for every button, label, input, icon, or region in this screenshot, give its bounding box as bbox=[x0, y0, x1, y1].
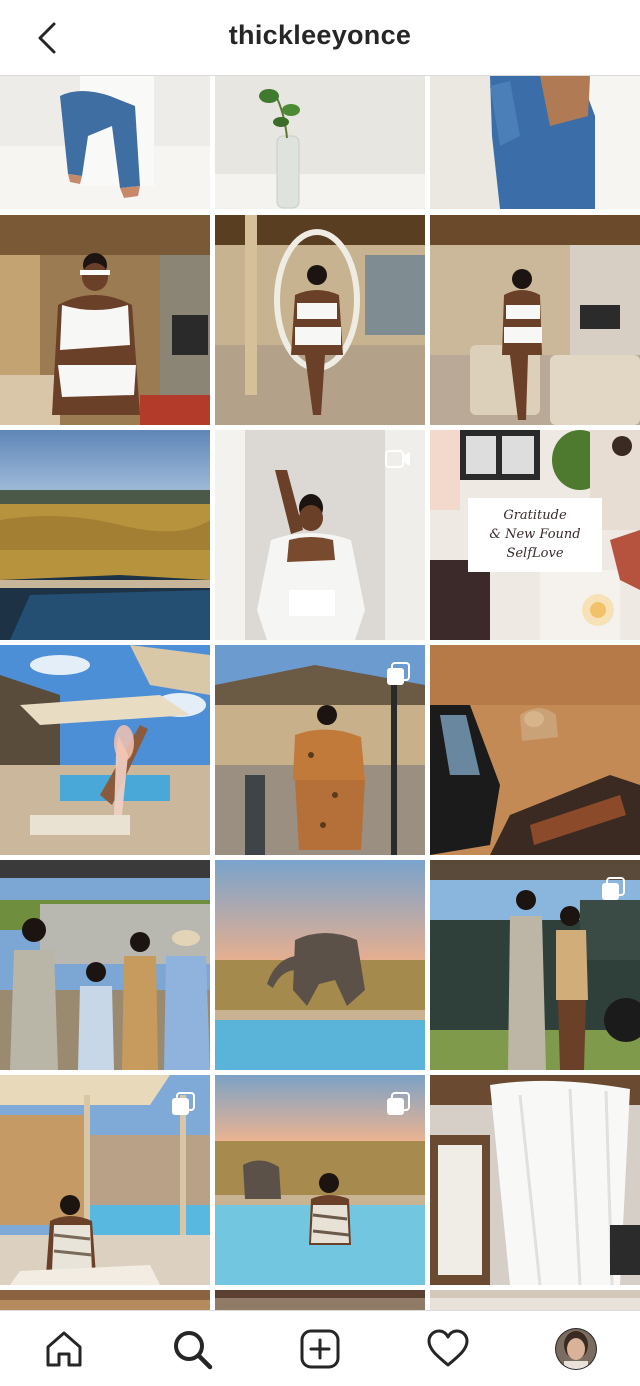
post-thumbnail[interactable] bbox=[215, 76, 425, 209]
post-thumbnail[interactable]: Gratitude & New Found SelfLove bbox=[430, 430, 640, 640]
carousel-icon bbox=[387, 662, 410, 685]
post-image bbox=[0, 1290, 210, 1310]
post-image bbox=[0, 430, 210, 640]
post-thumbnail[interactable] bbox=[215, 1075, 425, 1285]
post-thumbnail[interactable] bbox=[215, 430, 425, 640]
profile-avatar bbox=[555, 1328, 597, 1370]
carousel-icon bbox=[387, 1092, 410, 1115]
post-thumbnail[interactable] bbox=[430, 215, 640, 425]
post-thumbnail[interactable] bbox=[215, 1290, 425, 1310]
post-thumbnail[interactable] bbox=[0, 215, 210, 425]
carousel-icon bbox=[172, 1092, 195, 1115]
post-thumbnail[interactable] bbox=[430, 76, 640, 209]
post-thumbnail[interactable] bbox=[215, 215, 425, 425]
post-thumbnail[interactable] bbox=[0, 430, 210, 640]
quote-overlay: Gratitude & New Found SelfLove bbox=[468, 498, 602, 572]
post-image bbox=[430, 215, 640, 425]
post-image bbox=[215, 76, 425, 209]
post-image bbox=[0, 215, 210, 425]
tab-home[interactable] bbox=[40, 1325, 88, 1373]
post-thumbnail[interactable] bbox=[215, 860, 425, 1070]
post-image bbox=[215, 1290, 425, 1310]
post-image bbox=[430, 645, 640, 855]
post-thumbnail[interactable] bbox=[0, 860, 210, 1070]
heart-icon bbox=[427, 1329, 469, 1367]
tab-activity[interactable] bbox=[424, 1325, 472, 1373]
post-thumbnail[interactable] bbox=[0, 1075, 210, 1285]
post-image bbox=[0, 860, 210, 1070]
home-icon bbox=[46, 1331, 82, 1367]
overlay-line: SelfLove bbox=[506, 546, 564, 561]
post-image bbox=[430, 1075, 640, 1285]
post-image bbox=[0, 76, 210, 209]
overlay-line: Gratitude bbox=[503, 508, 567, 523]
post-thumbnail[interactable] bbox=[0, 645, 210, 855]
tab-profile[interactable] bbox=[552, 1325, 600, 1373]
top-bar: thickleeyonce bbox=[0, 0, 640, 76]
carousel-icon bbox=[602, 877, 625, 900]
search-icon bbox=[174, 1331, 213, 1370]
post-image bbox=[0, 645, 210, 855]
post-image bbox=[215, 860, 425, 1070]
post-grid: Gratitude & New Found SelfLove bbox=[0, 76, 640, 1310]
post-image bbox=[430, 1290, 640, 1310]
profile-username: thickleeyonce bbox=[228, 20, 412, 50]
overlay-line: & New Found bbox=[489, 527, 581, 542]
post-thumbnail[interactable] bbox=[0, 1290, 210, 1310]
post-thumbnail[interactable] bbox=[430, 1290, 640, 1310]
bottom-tab-bar bbox=[0, 1310, 640, 1386]
post-thumbnail[interactable] bbox=[430, 1075, 640, 1285]
post-image bbox=[215, 215, 425, 425]
tab-search[interactable] bbox=[168, 1325, 216, 1373]
post-thumbnail[interactable] bbox=[430, 860, 640, 1070]
post-thumbnail[interactable] bbox=[0, 76, 210, 209]
post-thumbnail[interactable] bbox=[430, 645, 640, 855]
tab-new-post[interactable] bbox=[296, 1325, 344, 1373]
post-image bbox=[430, 76, 640, 209]
new-post-icon bbox=[300, 1329, 340, 1369]
video-icon bbox=[385, 450, 410, 468]
post-thumbnail[interactable] bbox=[215, 645, 425, 855]
